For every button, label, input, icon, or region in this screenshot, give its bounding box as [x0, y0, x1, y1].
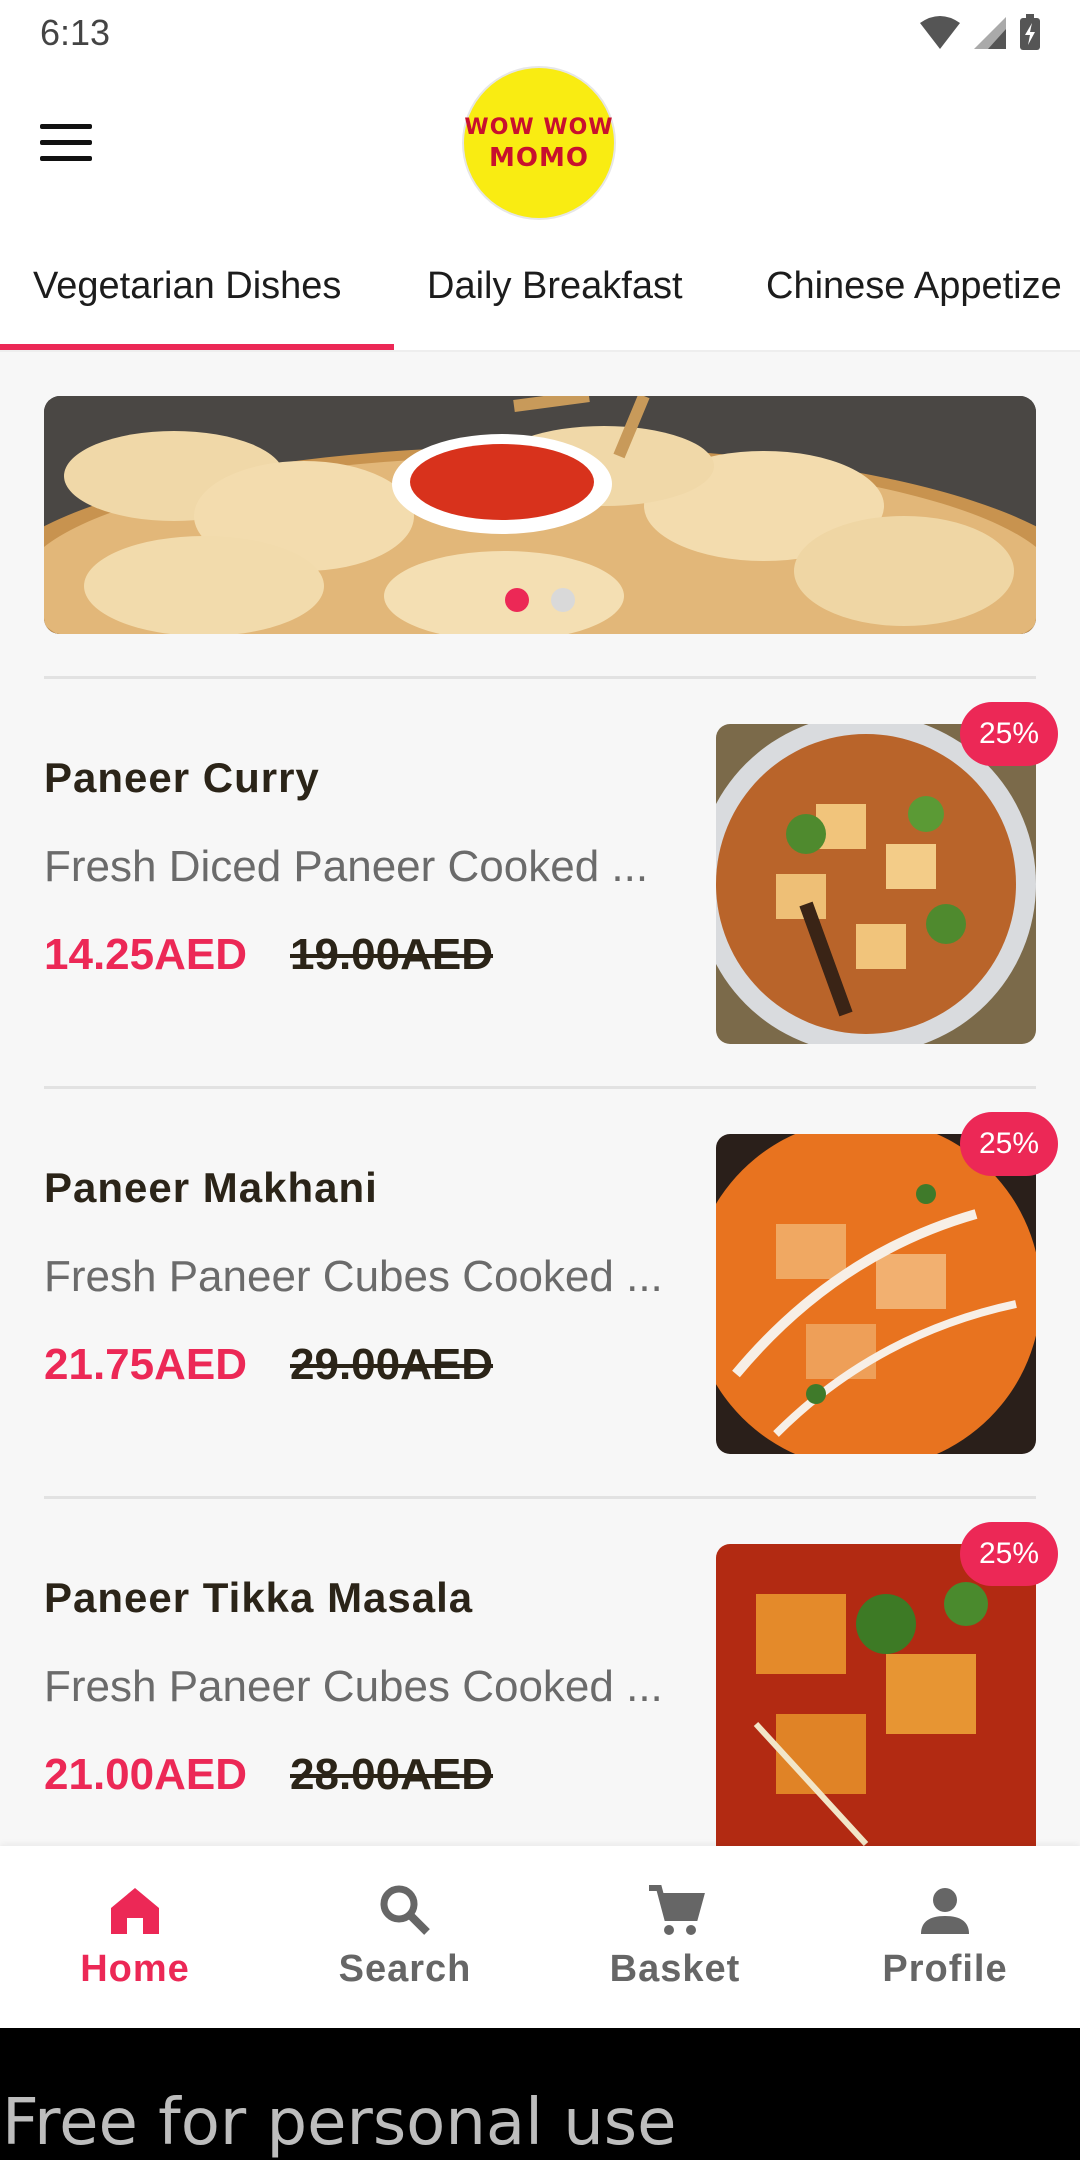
signal-icon	[974, 17, 1006, 49]
divider	[44, 1086, 1036, 1089]
home-icon	[111, 1888, 159, 1934]
nav-basket[interactable]: Basket	[540, 1846, 810, 2028]
nav-home-label: Home	[80, 1948, 190, 1990]
promo-banner-carousel[interactable]	[44, 396, 1036, 634]
item-image	[716, 1544, 1036, 1846]
wifi-icon	[920, 16, 960, 49]
battery-icon	[1020, 14, 1040, 50]
status-time: 6:13	[40, 12, 111, 53]
tab-vegetarian-dishes[interactable]: Vegetarian Dishes	[33, 224, 341, 352]
carousel-dot-2[interactable]	[551, 588, 575, 612]
carousel-dot-1[interactable]	[505, 588, 529, 612]
item-description: Fresh Paneer Cubes Cooked ...	[44, 1662, 663, 1711]
person-icon	[921, 1888, 969, 1934]
item-price: 21.75AED	[44, 1340, 248, 1389]
nav-search[interactable]: Search	[270, 1846, 540, 2028]
tab-chinese-appetizers[interactable]: Chinese Appetize	[766, 224, 1062, 352]
nav-home[interactable]: Home	[0, 1846, 270, 2028]
divider	[44, 1496, 1036, 1499]
menu-item-paneer-tikka-masala[interactable]: Paneer Tikka Masala Fresh Paneer Cubes C…	[44, 1522, 1058, 1874]
status-bar: 6:13	[0, 0, 1080, 64]
hamburger-menu-icon[interactable]	[40, 124, 92, 164]
item-old-price: 28.00AED	[290, 1750, 494, 1799]
discount-badge: 25%	[960, 702, 1058, 766]
app-header: WOW WOW MOMO	[0, 64, 1080, 224]
item-old-price: 19.00AED	[290, 930, 494, 979]
status-icons	[918, 14, 1042, 52]
divider	[44, 676, 1036, 679]
paneer-tikka-masala-image	[716, 1544, 1036, 1846]
logo-text-bottom: MOMO	[489, 143, 589, 173]
nav-profile[interactable]: Profile	[810, 1846, 1080, 2028]
paneer-curry-image	[716, 724, 1036, 1044]
item-description: Fresh Diced Paneer Cooked ...	[44, 842, 649, 891]
discount-badge: 25%	[960, 1112, 1058, 1176]
bottom-navigation: Home Search Basket Profile	[0, 1846, 1080, 2028]
brand-logo: WOW WOW MOMO	[462, 66, 616, 220]
carousel-dots	[44, 588, 1036, 612]
nav-profile-label: Profile	[882, 1948, 1008, 1990]
tabs-divider	[0, 350, 1080, 352]
item-image	[716, 724, 1036, 1044]
item-image	[716, 1134, 1036, 1454]
category-tabs: Vegetarian Dishes Daily Breakfast Chines…	[0, 224, 1080, 352]
menu-item-paneer-makhani[interactable]: Paneer Makhani Fresh Paneer Cubes Cooked…	[44, 1112, 1058, 1464]
item-name: Paneer Tikka Masala	[44, 1574, 474, 1621]
item-old-price: 29.00AED	[290, 1340, 494, 1389]
item-description: Fresh Paneer Cubes Cooked ...	[44, 1252, 663, 1301]
item-name: Paneer Makhani	[44, 1164, 378, 1211]
paneer-makhani-image	[716, 1134, 1036, 1454]
watermark-strip: Free for personal use	[0, 2028, 1080, 2160]
item-name: Paneer Curry	[44, 754, 320, 801]
item-price: 21.00AED	[44, 1750, 248, 1799]
watermark-text: Free for personal use	[2, 2086, 677, 2160]
item-price: 14.25AED	[44, 930, 248, 979]
logo-text-top: WOW WOW	[464, 115, 614, 140]
search-icon	[380, 1885, 430, 1935]
cart-icon	[649, 1885, 705, 1935]
discount-badge: 25%	[960, 1522, 1058, 1586]
tab-daily-breakfast[interactable]: Daily Breakfast	[427, 224, 683, 352]
nav-basket-label: Basket	[609, 1948, 741, 1990]
menu-item-paneer-curry[interactable]: Paneer Curry Fresh Diced Paneer Cooked .…	[44, 702, 1058, 1054]
nav-search-label: Search	[338, 1948, 472, 1990]
